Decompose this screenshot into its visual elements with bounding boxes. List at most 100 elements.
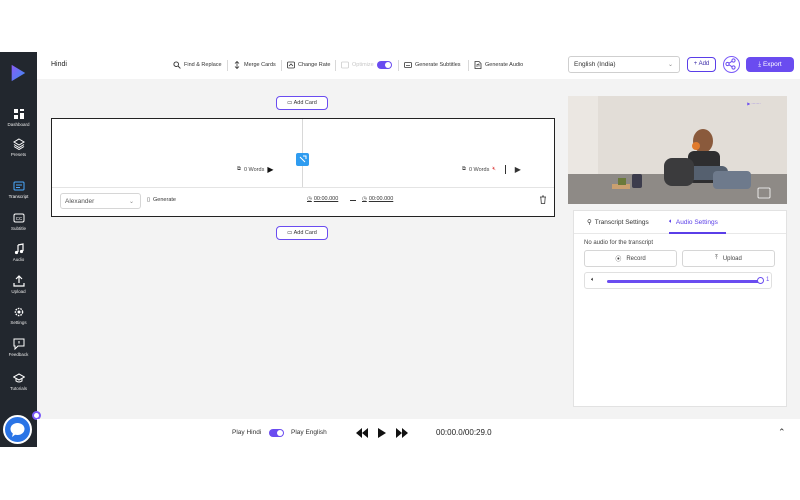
sidebar-item-label: Tutorials	[9, 386, 28, 391]
video-frame: ▶ ·······	[568, 96, 787, 204]
wrench-icon: ⚲	[587, 219, 592, 226]
subtitle-icon: CC	[13, 213, 24, 223]
mute-icon[interactable]: 🔇︎	[492, 166, 495, 173]
playback-bar: Play Hindi Play English 00:00.0/00:29.0 …	[37, 419, 800, 447]
generate-button[interactable]: ▯ Generate	[147, 197, 176, 203]
svg-text:CC: CC	[15, 216, 22, 221]
time-range-dash	[350, 200, 356, 202]
play-icon[interactable]: ▶	[267, 165, 273, 174]
playback-time: 00:00.0/00:29.0	[436, 428, 492, 437]
generate-subtitles-button[interactable]: Generate Subtitles	[404, 61, 461, 69]
play-icon[interactable]: ▶	[515, 165, 521, 174]
merge-card-button[interactable]	[296, 153, 309, 166]
add-card-label: Add Card	[293, 230, 317, 236]
record-button[interactable]: ⦿ Record	[584, 250, 677, 267]
upload-icon: ⤒	[715, 255, 718, 261]
volume-icon: 🔈︎	[591, 277, 595, 283]
playback-language-toggle[interactable]	[269, 429, 284, 437]
share-button[interactable]	[723, 56, 740, 73]
volume-slider-handle[interactable]	[757, 277, 764, 284]
sidebar-item-label: Presets	[10, 152, 27, 157]
start-time-field[interactable]: ◷ 00:00.000	[307, 196, 338, 202]
fast-forward-icon[interactable]	[396, 428, 408, 438]
optimize-label: Optimize	[352, 62, 374, 68]
settings-panel: ⚲ Transcript Settings 🔈︎ Audio Settings …	[573, 210, 787, 407]
end-time-value: 00:00.000	[368, 196, 394, 202]
merge-cards-button[interactable]: Merge Cards	[233, 61, 276, 69]
rewind-icon[interactable]	[356, 428, 368, 438]
download-icon: ⤓	[758, 61, 762, 68]
optimize-icon	[341, 61, 349, 69]
chevron-up-icon[interactable]: ⌃	[778, 427, 786, 438]
export-button[interactable]: ⤓ Export	[746, 57, 794, 72]
video-preview[interactable]: ▶ ·······	[568, 96, 787, 204]
app-logo-icon[interactable]	[9, 64, 27, 82]
add-language-button[interactable]: + Add	[687, 57, 716, 72]
play-hindi-label: Play Hindi	[232, 429, 262, 436]
chat-icon	[10, 423, 25, 437]
export-label: Export	[762, 61, 782, 68]
chat-support-button[interactable]	[3, 415, 32, 444]
target-language-select[interactable]: English (India) ⌄	[568, 56, 680, 73]
tab-audio-settings[interactable]: 🔈︎ Audio Settings	[669, 218, 718, 226]
sidebar-item-dashboard[interactable]: Dashboard	[0, 108, 37, 127]
volume-slider-track[interactable]	[607, 280, 760, 283]
merge-cards-label: Merge Cards	[244, 62, 276, 68]
generate-subtitles-label: Generate Subtitles	[415, 62, 461, 68]
sidebar-item-label: Feedback	[8, 352, 29, 357]
find-replace-button[interactable]: Find & Replace	[173, 61, 222, 69]
toolbar: Hindi Find & Replace Merge Cards Change …	[37, 52, 800, 79]
sidebar-item-feedback[interactable]: Feedback	[0, 338, 37, 357]
divider	[398, 60, 399, 71]
tab-label: Transcript Settings	[594, 218, 649, 226]
target-word-count: ⧉ 0 Words 🔇︎ ▶	[462, 165, 521, 174]
play-icon[interactable]	[378, 428, 386, 438]
divider	[335, 60, 336, 71]
chevron-down-icon: ⌄	[128, 199, 134, 205]
speaker-icon: 🔈︎	[669, 218, 673, 225]
add-card-label: Add Card	[293, 100, 317, 106]
sidebar-item-label: Transcript	[8, 194, 29, 199]
optimize-toggle[interactable]: Optimize	[341, 61, 392, 69]
sidebar-item-label: Dashboard	[7, 122, 30, 127]
add-card-button-bottom[interactable]: ▭ Add Card	[276, 226, 328, 240]
card-icon: ▭	[287, 230, 293, 236]
copy-icon[interactable]: ⧉	[237, 166, 241, 173]
word-count-text: 0 Words	[243, 166, 265, 173]
sidebar-item-label: Audio	[12, 257, 25, 262]
clock-icon: ◷	[362, 196, 367, 202]
card-icon: ▭	[287, 100, 293, 106]
subtitle-icon	[404, 62, 412, 68]
audio-file-icon: ▯	[147, 197, 151, 203]
sidebar-item-settings[interactable]: Settings	[0, 306, 37, 325]
graduation-cap-icon	[12, 373, 25, 383]
end-time-field[interactable]: ◷ 00:00.000	[362, 196, 393, 202]
tab-transcript-settings[interactable]: ⚲ Transcript Settings	[587, 218, 649, 227]
record-label: Record	[626, 255, 646, 262]
sidebar-item-label: Upload	[11, 289, 26, 294]
sidebar-item-presets[interactable]: Presets	[0, 138, 37, 157]
transcript-card: ⧉ 0 Words ▶ ⧉ 0 Words 🔇︎ ▶ Alexander ⌄ ▯…	[51, 118, 555, 217]
add-card-button-top[interactable]: ▭ Add Card	[276, 96, 328, 110]
sidebar-item-tutorials[interactable]: Tutorials	[0, 372, 37, 391]
share-icon	[725, 58, 736, 70]
sidebar-item-transcript[interactable]: Transcript	[0, 180, 37, 199]
upload-button[interactable]: ⤒ Upload	[682, 250, 775, 267]
divider	[227, 60, 228, 71]
sidebar-item-label: Subtitle	[10, 226, 26, 231]
optimize-switch[interactable]	[376, 61, 392, 69]
word-count-text: 0 Words	[468, 166, 490, 173]
upload-icon	[12, 275, 25, 287]
sidebar-item-subtitle[interactable]: CC Subtitle	[0, 212, 37, 231]
copy-icon[interactable]: ⧉	[462, 166, 466, 173]
tab-label: Audio Settings	[675, 218, 718, 226]
svg-text:▶ ·······: ▶ ·······	[747, 101, 761, 106]
change-rate-button[interactable]: Change Rate	[287, 61, 330, 69]
source-language-title: Hindi	[51, 61, 67, 68]
speaker-select[interactable]: Alexander ⌄	[60, 193, 141, 209]
trash-icon[interactable]	[539, 195, 547, 204]
sidebar-item-audio[interactable]: Audio	[0, 243, 37, 262]
generate-audio-button[interactable]: Generate Audio	[474, 61, 523, 69]
sidebar-item-upload[interactable]: Upload	[0, 275, 37, 294]
audio-file-icon	[474, 61, 482, 69]
